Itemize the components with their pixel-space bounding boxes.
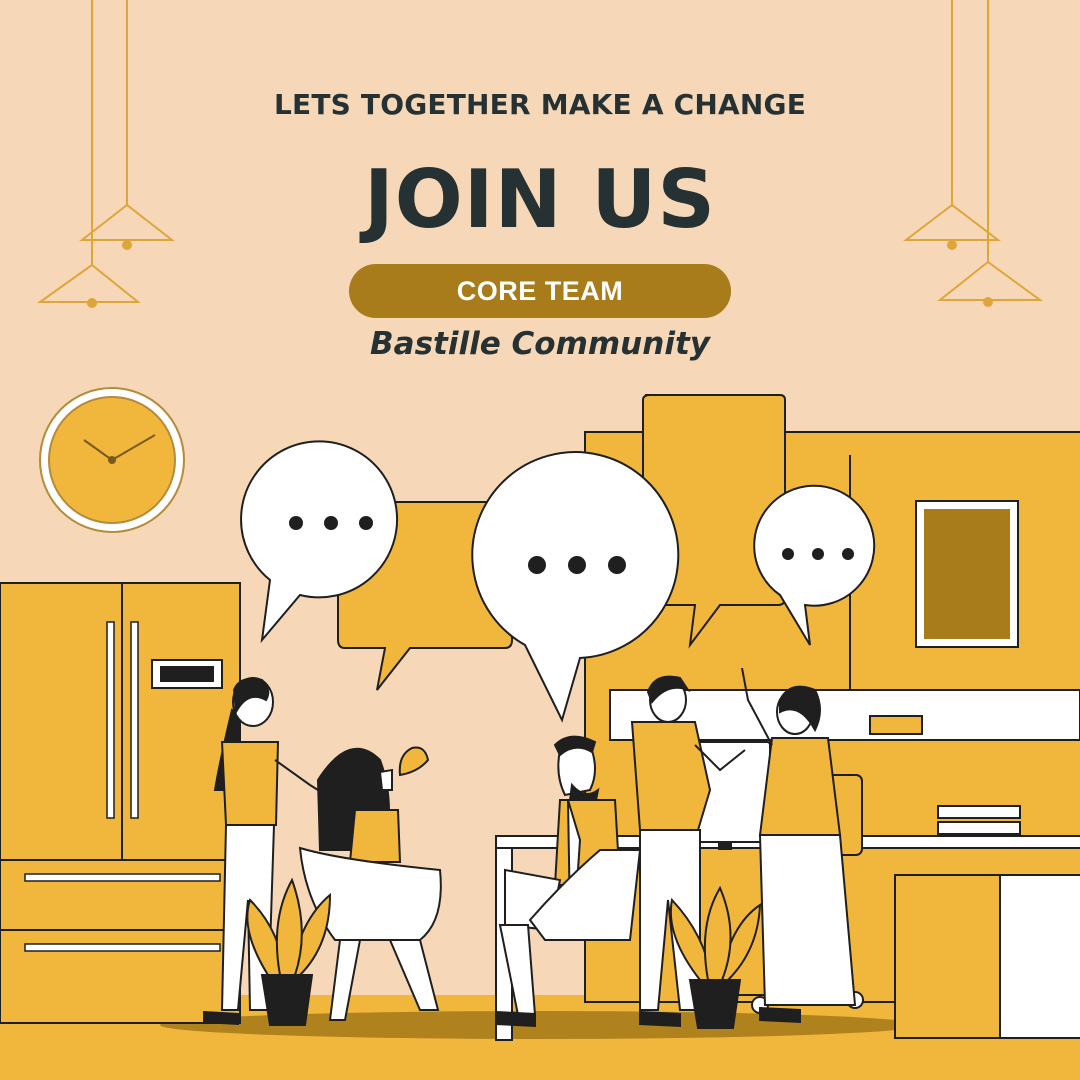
refrigerator-icon xyxy=(0,582,241,1024)
organization-name: Bastille Community xyxy=(370,326,710,362)
headline: JOIN US xyxy=(364,153,716,246)
person-seated-woman xyxy=(298,746,442,1021)
wall-clock-icon xyxy=(39,387,185,533)
core-team-badge-label: CORE TEAM xyxy=(456,275,624,306)
join-us-poster: LETS TOGETHER MAKE A CHANGE JOIN US CORE… xyxy=(0,0,1080,1080)
tagline: LETS TOGETHER MAKE A CHANGE xyxy=(273,88,807,121)
core-team-badge: CORE TEAM xyxy=(349,264,731,318)
